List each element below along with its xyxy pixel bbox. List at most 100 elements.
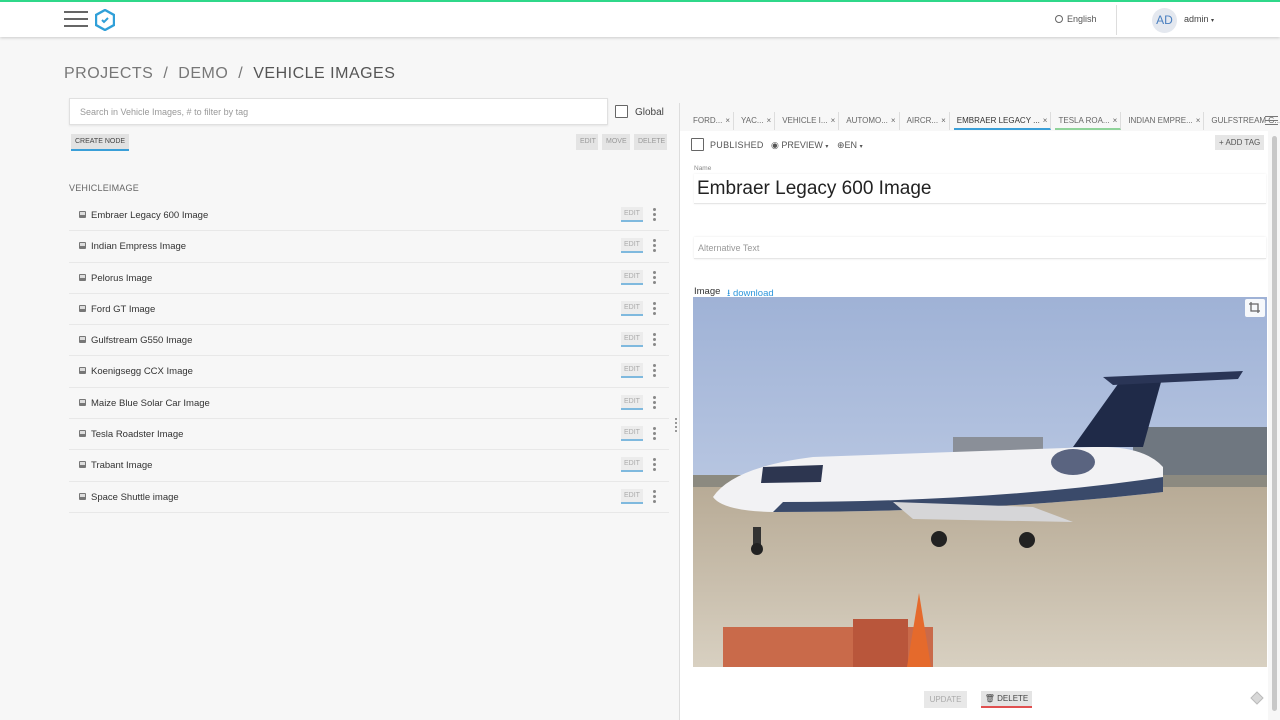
node-list: Embraer Legacy 600 Image EDIT Indian Empr… <box>69 200 669 513</box>
image-icon <box>79 304 86 312</box>
tab-ford[interactable]: FORD... × <box>690 112 735 130</box>
update-button[interactable]: UPDATE <box>924 691 967 708</box>
tab-label: TESLA ROA... <box>1058 116 1110 125</box>
global-checkbox[interactable] <box>615 105 628 118</box>
list-item[interactable]: Ford GT Image EDIT <box>69 294 669 326</box>
edit-button[interactable]: EDIT <box>576 134 598 150</box>
list-item[interactable]: Indian Empress Image EDIT <box>69 231 669 263</box>
node-label[interactable]: Tesla Roadster Image <box>91 429 183 440</box>
tab-vehicle-images[interactable]: VEHICLE I... × <box>779 112 840 130</box>
top-bar: English AD admin ▾ <box>0 0 1280 37</box>
aircraft-photo <box>693 297 1267 667</box>
node-label[interactable]: Indian Empress Image <box>91 241 186 252</box>
more-options-icon[interactable] <box>653 239 656 253</box>
breadcrumb-current: VEHICLE IMAGES <box>253 65 396 82</box>
resize-handle-icon[interactable] <box>675 418 678 436</box>
list-item[interactable]: Space Shuttle image EDIT <box>69 482 669 513</box>
tab-label: EMBRAER LEGACY ... <box>956 116 1040 125</box>
node-edit-button[interactable]: EDIT <box>621 207 643 222</box>
close-icon[interactable]: × <box>725 112 730 130</box>
tab-aircraft[interactable]: AIRCR... × <box>904 112 950 130</box>
name-field[interactable] <box>694 174 1266 204</box>
more-options-icon[interactable] <box>653 333 656 347</box>
node-label[interactable]: Space Shuttle image <box>91 492 179 503</box>
tab-tesla-roadster[interactable]: TESLA ROA... × <box>1055 112 1122 130</box>
create-node-button[interactable]: CREATE NODE <box>71 134 130 151</box>
node-label[interactable]: Pelorus Image <box>91 273 152 284</box>
close-icon[interactable]: × <box>891 112 896 130</box>
add-tag-button[interactable]: + ADD TAG <box>1215 135 1265 150</box>
divider <box>1116 5 1117 35</box>
list-item[interactable]: Trabant Image EDIT <box>69 450 669 482</box>
tag-icon[interactable] <box>1250 691 1264 705</box>
more-options-icon[interactable] <box>653 427 656 441</box>
node-label[interactable]: Maize Blue Solar Car Image <box>91 398 210 409</box>
menu-icon[interactable] <box>64 11 88 29</box>
close-icon[interactable]: × <box>941 112 946 130</box>
globe-icon: ⊕ <box>837 140 845 150</box>
scrollbar-thumb[interactable] <box>1272 136 1277 711</box>
list-item[interactable]: Embraer Legacy 600 Image EDIT <box>69 200 669 232</box>
language-label: English <box>1067 14 1097 24</box>
trash-icon: 🗑 <box>984 694 995 703</box>
node-edit-button[interactable]: EDIT <box>621 238 643 254</box>
more-options-icon[interactable] <box>653 458 656 472</box>
tab-embraer-legacy[interactable]: EMBRAER LEGACY ... × <box>953 112 1052 130</box>
more-options-icon[interactable] <box>653 395 656 410</box>
node-label[interactable]: Gulfstream G550 Image <box>91 335 192 346</box>
caret-down-icon: ▾ <box>859 144 863 150</box>
close-icon[interactable]: × <box>1043 112 1048 128</box>
search-input[interactable] <box>69 98 608 125</box>
user-menu[interactable]: admin ▾ <box>1184 14 1214 24</box>
node-edit-button[interactable]: EDIT <box>621 457 643 473</box>
tab-label: INDIAN EMPRE... <box>1128 116 1193 125</box>
node-label[interactable]: Embraer Legacy 600 Image <box>91 210 208 221</box>
list-item[interactable]: Gulfstream G550 Image EDIT <box>69 325 669 357</box>
image-icon <box>79 273 86 281</box>
more-options-icon[interactable] <box>653 364 656 378</box>
avatar[interactable]: AD <box>1152 8 1177 33</box>
list-item[interactable]: Pelorus Image EDIT <box>69 263 669 294</box>
language-dropdown[interactable]: ⊕EN ▾ <box>837 140 863 151</box>
more-options-icon[interactable] <box>653 301 656 316</box>
list-item[interactable]: Maize Blue Solar Car Image EDIT <box>69 388 669 420</box>
delete-node-button[interactable]: 🗑 DELETE <box>981 691 1032 708</box>
node-edit-button[interactable]: EDIT <box>621 394 643 410</box>
close-icon[interactable]: × <box>1113 112 1118 128</box>
tab-yacht[interactable]: YAC... × <box>738 112 776 130</box>
close-icon[interactable]: × <box>767 112 772 130</box>
node-edit-button[interactable]: EDIT <box>621 300 643 316</box>
preview-button[interactable]: ◉ PREVIEW ▾ <box>771 140 828 151</box>
crop-icon[interactable] <box>1245 299 1265 317</box>
tab-automobile[interactable]: AUTOMO... × <box>843 112 900 130</box>
close-icon[interactable]: × <box>1196 112 1201 130</box>
tabs-menu-icon[interactable] <box>1265 116 1278 128</box>
more-options-icon[interactable] <box>653 270 656 285</box>
node-edit-button[interactable]: EDIT <box>621 332 643 348</box>
published-checkbox[interactable] <box>691 138 704 151</box>
node-edit-button[interactable]: EDIT <box>621 488 643 504</box>
scrollbar[interactable] <box>1271 131 1278 720</box>
tab-indian-empress[interactable]: INDIAN EMPRE... × <box>1125 112 1205 130</box>
more-options-icon[interactable] <box>653 208 656 222</box>
node-edit-button[interactable]: EDIT <box>621 269 643 285</box>
more-options-icon[interactable] <box>653 489 656 504</box>
breadcrumb-demo[interactable]: DEMO <box>178 65 228 83</box>
delete-button[interactable]: DELETE <box>634 134 667 150</box>
breadcrumb-projects[interactable]: PROJECTS <box>64 65 153 83</box>
list-item[interactable]: Tesla Roadster Image EDIT <box>69 419 669 451</box>
alternative-text-field[interactable] <box>694 237 1266 259</box>
node-label[interactable]: Ford GT Image <box>91 304 155 315</box>
logo-icon[interactable] <box>95 9 115 31</box>
breadcrumb-separator: / <box>238 65 244 82</box>
language-selector[interactable]: English <box>1055 14 1097 24</box>
image-icon <box>79 492 86 500</box>
close-icon[interactable]: × <box>831 112 836 130</box>
eye-icon: ◉ <box>771 140 779 150</box>
node-edit-button[interactable]: EDIT <box>621 363 643 379</box>
list-item[interactable]: Koenigsegg CCX Image EDIT <box>69 356 669 388</box>
node-edit-button[interactable]: EDIT <box>621 426 643 442</box>
move-button[interactable]: MOVE <box>602 134 630 150</box>
node-label[interactable]: Trabant Image <box>91 460 152 471</box>
node-label[interactable]: Koenigsegg CCX Image <box>91 366 193 377</box>
